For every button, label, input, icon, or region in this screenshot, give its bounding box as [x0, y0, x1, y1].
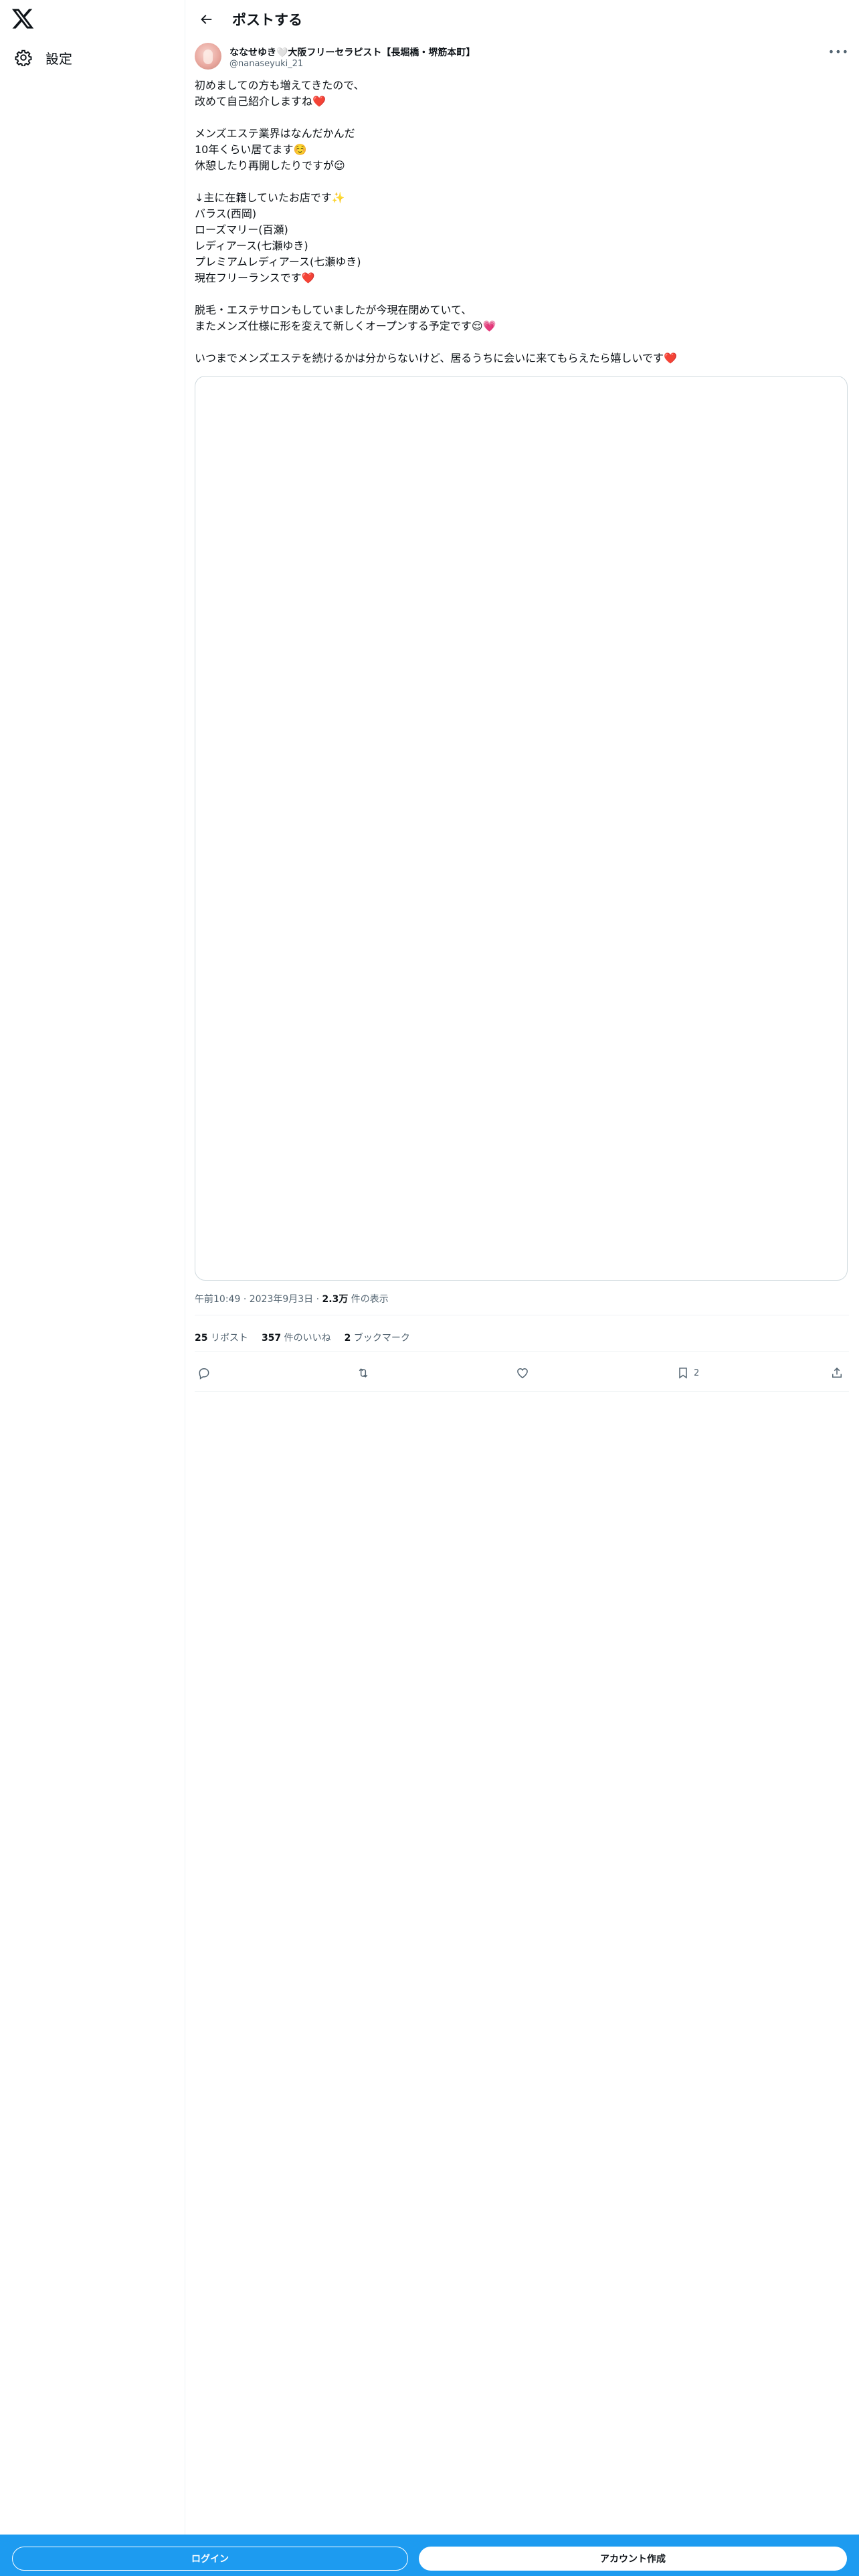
bookmark-icon [679, 1368, 687, 1379]
page-title: ポストする [232, 12, 302, 28]
views-count: 2.3万 [322, 1294, 349, 1305]
settings-link[interactable]: 設定 [9, 41, 78, 74]
bookmark-button[interactable]: 2 [676, 1366, 699, 1380]
post-text-line: 脱毛・エステサロンもしていましたが今現在閉めていて、 [195, 304, 472, 316]
login-button[interactable]: ログイン [12, 2547, 408, 2571]
post-date[interactable]: 2023年9月3日 [250, 1294, 313, 1305]
share-button[interactable] [830, 1366, 844, 1380]
reposts-count: 25 [195, 1333, 208, 1344]
post-text-line: いつまでメンズエステを続けるかは分からないけど、居るうちに会いに来てもらえたら嬉… [195, 352, 677, 364]
left-sidebar: 設定 [0, 0, 185, 2576]
post-text-line: ↓主に在籍していたお店です✨ [195, 191, 345, 204]
post-actions: 2 [195, 1356, 849, 1391]
settings-label: 設定 [45, 50, 72, 67]
divider [195, 1351, 849, 1352]
likes-count: 357 [261, 1333, 282, 1344]
post-text-line: 初めましての方も増えてきたので、 [195, 79, 365, 92]
post-text-line: 10年くらい居てます☺️ [195, 143, 307, 156]
like-icon [517, 1368, 528, 1378]
more-icon[interactable]: ••• [828, 45, 849, 58]
bookmarks-count: 2 [344, 1333, 351, 1344]
signup-button[interactable]: アカウント作成 [419, 2547, 847, 2571]
repost-button[interactable] [357, 1366, 370, 1380]
back-arrow-icon[interactable] [195, 8, 217, 31]
views-label: 件の表示 [351, 1294, 389, 1305]
signup-bar: ログイン アカウント作成 [0, 2535, 859, 2576]
reply-button[interactable] [197, 1366, 211, 1380]
post-stats: 25 リポスト 357 件のいいね 2 ブックマーク [195, 1331, 410, 1344]
bookmark-count: 2 [694, 1368, 700, 1378]
bookmarks-label: ブックマーク [353, 1333, 410, 1344]
divider [195, 1391, 849, 1392]
post-text-line: ローズマリー(百瀬) [195, 223, 288, 236]
post-media[interactable] [195, 376, 848, 1281]
post-text-line: プレミアムレディアース(七瀬ゆき) [195, 255, 361, 268]
reply-icon [199, 1368, 209, 1380]
repost-icon [359, 1368, 368, 1378]
x-logo-icon[interactable] [11, 7, 35, 31]
post-text-line: レディアース(七瀬ゆき) [195, 239, 308, 252]
bookmarks-stat[interactable]: 2 ブックマーク [345, 1331, 410, 1344]
post-text-line: 休憩したり再開したりですが😌 [195, 159, 345, 172]
post-meta: 午前10:49 · 2023年9月3日 · 2.3万 件の表示 [195, 1294, 389, 1305]
post-text-line: メンズエステ業界はなんだかんだ [195, 127, 355, 140]
post-text-line: 改めて自己紹介しますね❤️ [195, 95, 326, 108]
header: ポストする [185, 0, 859, 37]
likes-stat[interactable]: 357 件のいいね [262, 1331, 331, 1344]
post-text-line: 現在フリーランスです❤️ [195, 272, 315, 284]
post-author: ななせゆき🤍大阪フリーセラピスト【長堀橋・堺筋本町】 @nanaseyuki_2… [195, 43, 849, 72]
post-text: 初めましての方も増えてきたので、 改めて自己紹介しますね❤️ メンズエステ業界はなん… [195, 78, 849, 366]
reposts-label: リポスト [210, 1333, 248, 1344]
share-icon [832, 1367, 842, 1378]
avatar[interactable] [195, 43, 221, 70]
like-button[interactable] [516, 1366, 529, 1380]
author-handle[interactable]: @nanaseyuki_21 [229, 59, 303, 69]
likes-label: 件のいいね [284, 1333, 331, 1344]
post-text-line [195, 286, 849, 302]
post-text-line [195, 334, 849, 350]
author-name[interactable]: ななせゆき🤍大阪フリーセラピスト【長堀橋・堺筋本町】 [229, 45, 475, 59]
main-column: ポストする ななせゆき🤍大阪フリーセラピスト【長堀橋・堺筋本町】 @nanase… [185, 0, 859, 2576]
post-text-line [195, 174, 849, 190]
post-time[interactable]: 午前10:49 [195, 1294, 240, 1305]
post-text-line [195, 110, 849, 126]
post-text-line: バラス(西岡) [195, 207, 257, 220]
gear-icon [15, 49, 32, 67]
post-text-line: またメンズ仕様に形を変えて新しくオープンする予定です😌💗 [195, 320, 496, 332]
reposts-stat[interactable]: 25 リポスト [195, 1331, 248, 1344]
